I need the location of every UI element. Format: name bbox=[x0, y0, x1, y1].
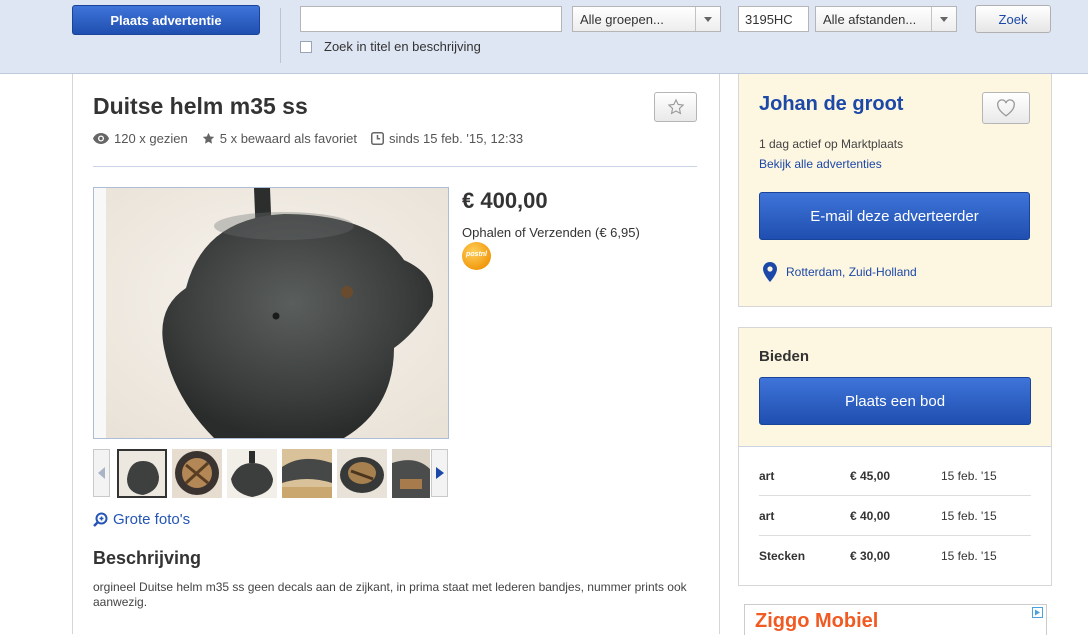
place-bid-button[interactable]: Plaats een bod bbox=[759, 377, 1031, 425]
chevron-down-icon bbox=[695, 7, 720, 31]
groups-select[interactable]: Alle groepen... bbox=[572, 6, 721, 32]
listing-title: Duitse helm m35 ss bbox=[93, 93, 308, 119]
bidder-name: art bbox=[759, 509, 775, 523]
place-ad-button[interactable]: Plaats advertentie bbox=[72, 5, 260, 35]
description-heading: Beschrijving bbox=[93, 548, 202, 568]
distance-select-value: Alle afstanden... bbox=[823, 11, 917, 27]
clock-icon bbox=[371, 132, 385, 145]
thumbnail[interactable] bbox=[172, 449, 222, 498]
search-description-label: Zoek in titel en beschrijving bbox=[324, 39, 481, 54]
bidder-name: art bbox=[759, 469, 775, 483]
thumbnail[interactable] bbox=[227, 449, 277, 498]
bid-amount: € 40,00 bbox=[850, 509, 891, 523]
seller-location-text: Rotterdam, Zuid-Holland bbox=[786, 265, 917, 279]
thumbnail-strip bbox=[93, 449, 449, 499]
header-divider bbox=[280, 8, 281, 63]
description-text: orgineel Duitse helm m35 ss geen decals … bbox=[93, 580, 687, 609]
views-count: 120 x gezien bbox=[114, 131, 188, 146]
bid-amount: € 45,00 bbox=[850, 469, 891, 483]
zoom-icon bbox=[93, 512, 108, 527]
distance-select[interactable]: Alle afstanden... bbox=[815, 6, 957, 32]
large-photos-link[interactable]: Grote foto's bbox=[93, 511, 190, 528]
bid-date: 15 feb. '15 bbox=[941, 469, 997, 483]
postnl-logo: postnl bbox=[462, 242, 491, 270]
bid-amount: € 30,00 bbox=[850, 549, 891, 563]
groups-select-value: Alle groepen... bbox=[580, 11, 664, 27]
since-stat: sinds 15 feb. '15, 12:33 bbox=[371, 131, 523, 146]
search-description-checkbox[interactable] bbox=[300, 41, 312, 53]
views-stat: 120 x gezien bbox=[93, 131, 188, 146]
thumbnail-prev-button[interactable] bbox=[93, 449, 110, 497]
favorites-stat: 5 x bewaard als favoriet bbox=[202, 131, 357, 146]
bidder-name: Stecken bbox=[759, 549, 806, 563]
bid-row: art € 40,00 15 feb. '15 bbox=[759, 496, 1031, 536]
bids-heading: Bieden bbox=[759, 348, 810, 365]
large-photos-label: Grote foto's bbox=[113, 511, 191, 528]
seller-location[interactable]: Rotterdam, Zuid-Holland bbox=[763, 262, 917, 282]
thumbnail-next-button[interactable] bbox=[431, 449, 448, 497]
listing-price: € 400,00 bbox=[462, 188, 548, 213]
seller-name[interactable]: Johan de groot bbox=[759, 93, 903, 116]
bid-date: 15 feb. '15 bbox=[941, 509, 997, 523]
postcode-input[interactable]: 3195HC bbox=[738, 6, 809, 32]
favorites-count: 5 x bewaard als favoriet bbox=[219, 131, 358, 146]
chevron-left-icon bbox=[97, 467, 105, 479]
chevron-down-icon bbox=[931, 7, 956, 31]
follow-seller-button[interactable] bbox=[982, 92, 1030, 124]
ad-choices-icon[interactable] bbox=[1032, 607, 1043, 618]
thumbnail[interactable] bbox=[282, 449, 332, 498]
thumbnail[interactable] bbox=[337, 449, 387, 498]
main-photo[interactable] bbox=[93, 187, 449, 439]
email-advertiser-button[interactable]: E-mail deze adverteerder bbox=[759, 192, 1030, 240]
star-icon bbox=[202, 132, 214, 144]
bid-row: Stecken € 30,00 15 feb. '15 bbox=[759, 536, 1031, 576]
thumbnail[interactable] bbox=[117, 449, 167, 498]
advertisement-banner[interactable]: Ziggo Mobiel bbox=[744, 604, 1047, 635]
location-pin-icon bbox=[763, 262, 777, 282]
favorite-button[interactable] bbox=[654, 92, 697, 122]
postnl-logo-text: postnl bbox=[466, 251, 487, 258]
view-all-ads-link[interactable]: Bekijk alle advertenties bbox=[759, 157, 882, 171]
search-button[interactable]: Zoek bbox=[975, 5, 1051, 33]
listing-stats: 120 x gezien 5 x bewaard als favoriet si… bbox=[93, 131, 537, 146]
eye-icon bbox=[93, 133, 109, 144]
chevron-right-icon bbox=[435, 467, 444, 479]
divider bbox=[93, 166, 697, 167]
thumbnail[interactable] bbox=[392, 449, 430, 498]
heart-icon bbox=[997, 99, 1015, 117]
seller-activity: 1 dag actief op Marktplaats bbox=[759, 137, 904, 151]
since-date: sinds 15 feb. '15, 12:33 bbox=[389, 131, 524, 146]
helmet-photo bbox=[94, 188, 448, 438]
bid-date: 15 feb. '15 bbox=[941, 549, 997, 563]
delivery-info: Ophalen of Verzenden (€ 6,95) bbox=[462, 225, 640, 240]
star-icon bbox=[667, 98, 684, 115]
search-input[interactable] bbox=[300, 6, 562, 32]
bid-row: art € 45,00 15 feb. '15 bbox=[759, 456, 1031, 496]
